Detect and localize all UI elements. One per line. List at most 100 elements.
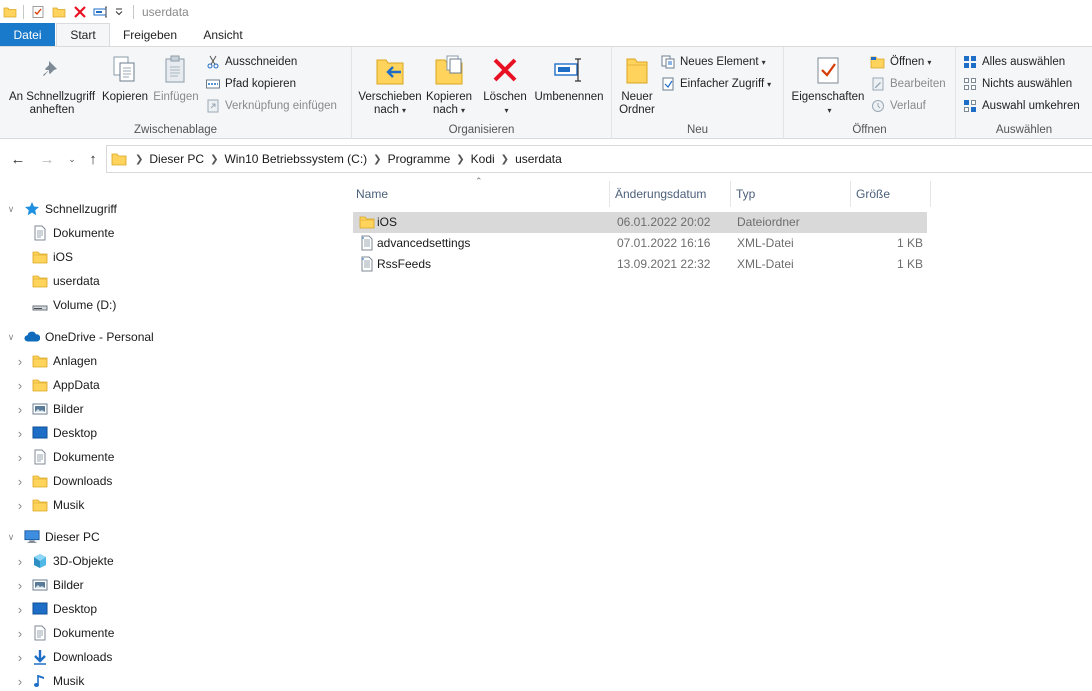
new-folder-button[interactable]: Neuer Ordner: [616, 53, 658, 117]
xml-file-icon: [359, 235, 375, 251]
delete-icon[interactable]: [72, 4, 88, 20]
copy-to-button[interactable]: Kopieren nach ▾: [423, 53, 475, 117]
select-none-button[interactable]: Nichts auswählen: [962, 74, 1072, 94]
breadcrumb-programme[interactable]: Programme: [388, 152, 451, 166]
easy-access-button[interactable]: Einfacher Zugriff ▾: [660, 74, 771, 94]
properties-check-icon[interactable]: [30, 4, 46, 20]
navigation-pane[interactable]: ∨ Schnellzugriff Dokumente iOS userdata Volum…: [0, 190, 340, 691]
tab-start[interactable]: Start: [56, 23, 110, 46]
paste-button[interactable]: Einfügen: [151, 53, 201, 104]
column-header-name[interactable]: Name ⌃: [351, 176, 610, 207]
nav-item-dokumente[interactable]: › Dokumente: [0, 621, 340, 645]
nav-item-desktop[interactable]: › Desktop: [0, 421, 340, 445]
pictures-icon: [32, 577, 48, 593]
nav-item-3d-objekte[interactable]: › 3D-Objekte: [0, 549, 340, 573]
address-bar[interactable]: ❯ Dieser PC ❯ Win10 Betriebssystem (C:) …: [106, 145, 1092, 173]
forward-arrow-icon[interactable]: →: [39, 149, 55, 169]
nav-item-downloads[interactable]: › Downloads: [0, 469, 340, 493]
nav-item-anlagen[interactable]: › Anlagen: [0, 349, 340, 373]
column-header-date[interactable]: Änderungsdatum: [610, 181, 731, 207]
expand-chevron-icon[interactable]: ∨: [5, 332, 17, 343]
breadcrumb-separator-icon[interactable]: ❯: [373, 154, 381, 165]
scissors-icon: [205, 54, 221, 70]
rename-icon[interactable]: [93, 4, 109, 20]
nav-item-musik[interactable]: › Musik: [0, 669, 340, 691]
collapse-chevron-icon[interactable]: ›: [14, 354, 26, 369]
nav-item-dokumente[interactable]: › Dokumente: [0, 445, 340, 469]
tab-datei[interactable]: Datei: [0, 23, 55, 46]
new-item-button[interactable]: Neues Element ▾: [660, 52, 766, 72]
rename-label: Umbenennen: [534, 91, 604, 103]
collapse-chevron-icon[interactable]: ›: [14, 578, 26, 593]
collapse-chevron-icon[interactable]: ›: [14, 402, 26, 417]
customize-dropdown-icon[interactable]: [114, 4, 124, 20]
breadcrumb-separator-icon[interactable]: ❯: [456, 154, 464, 165]
column-header-type[interactable]: Typ: [731, 181, 851, 207]
expand-chevron-icon[interactable]: ∨: [5, 532, 17, 543]
nav-item-appdata[interactable]: › AppData: [0, 373, 340, 397]
invert-selection-button[interactable]: Auswahl umkehren: [962, 96, 1080, 116]
nav-item-musik[interactable]: › Musik: [0, 493, 340, 517]
collapse-chevron-icon[interactable]: ›: [14, 450, 26, 465]
nav-item-bilder[interactable]: › Bilder: [0, 397, 340, 421]
properties-button[interactable]: Eigenschaften ▾: [790, 53, 866, 117]
copy-to-icon: [432, 53, 466, 87]
nav-item-onedrive-personal[interactable]: ∨ OneDrive - Personal: [0, 325, 340, 349]
desktop-icon: [32, 425, 48, 441]
breadcrumb-userdata[interactable]: userdata: [515, 152, 562, 166]
paste-shortcut-button[interactable]: Verknüpfung einfügen: [205, 96, 337, 116]
nav-item-ios[interactable]: iOS: [0, 245, 340, 269]
nav-item-volume-d-[interactable]: Volume (D:): [0, 293, 340, 317]
nav-item-downloads[interactable]: › Downloads: [0, 645, 340, 669]
breadcrumb-separator-icon[interactable]: ❯: [135, 154, 143, 165]
open-button[interactable]: Öffnen ▾: [870, 52, 931, 72]
collapse-chevron-icon[interactable]: ›: [14, 498, 26, 513]
copy-path-button[interactable]: Pfad kopieren: [205, 74, 296, 94]
collapse-chevron-icon[interactable]: ›: [14, 378, 26, 393]
collapse-chevron-icon[interactable]: ›: [14, 626, 26, 641]
back-arrow-icon[interactable]: ←: [10, 149, 26, 169]
file-list[interactable]: Name ⌃ Änderungsdatum Typ Größe iOS 06.01…: [351, 176, 1092, 691]
paste-shortcut-icon: [205, 98, 221, 114]
nav-item-dokumente[interactable]: Dokumente: [0, 221, 340, 245]
collapse-chevron-icon[interactable]: ›: [14, 650, 26, 665]
cut-button[interactable]: Ausschneiden: [205, 52, 297, 72]
up-arrow-icon[interactable]: ↑: [85, 149, 101, 169]
delete-button[interactable]: Löschen ▾: [482, 53, 528, 117]
new-folder-icon[interactable]: [51, 4, 67, 20]
copy-button[interactable]: Kopieren: [99, 53, 151, 104]
breadcrumb-separator-icon[interactable]: ❯: [210, 154, 218, 165]
document-icon: [32, 625, 48, 641]
tab-freigeben[interactable]: Freigeben: [110, 23, 190, 46]
column-header-size[interactable]: Größe: [851, 181, 931, 207]
file-row[interactable]: iOS 06.01.2022 20:02 Dateiordner: [353, 212, 927, 233]
pin-to-quick-access-button[interactable]: An Schnellzugriff anheften: [6, 53, 98, 117]
select-all-button[interactable]: Alles auswählen: [962, 52, 1065, 72]
collapse-chevron-icon[interactable]: ›: [14, 474, 26, 489]
file-row[interactable]: RssFeeds 13.09.2021 22:32 XML-Datei 1 KB: [353, 254, 927, 275]
nav-item-desktop[interactable]: › Desktop: [0, 597, 340, 621]
nav-item-bilder[interactable]: › Bilder: [0, 573, 340, 597]
move-to-button[interactable]: Verschieben nach ▾: [357, 53, 423, 117]
collapse-chevron-icon[interactable]: ›: [14, 602, 26, 617]
collapse-chevron-icon[interactable]: ›: [14, 554, 26, 569]
breadcrumb-kodi[interactable]: Kodi: [471, 152, 495, 166]
tab-ansicht[interactable]: Ansicht: [190, 23, 256, 46]
recent-locations-chevron-icon[interactable]: ⌄: [64, 149, 80, 169]
edit-button[interactable]: Bearbeiten: [870, 74, 946, 94]
nav-item-userdata[interactable]: userdata: [0, 269, 340, 293]
nav-item-dieser-pc[interactable]: ∨ Dieser PC: [0, 525, 340, 549]
rename-button[interactable]: Umbenennen: [532, 53, 606, 104]
history-icon: [870, 98, 886, 114]
folder-icon[interactable]: [2, 4, 18, 20]
collapse-chevron-icon[interactable]: ›: [14, 426, 26, 441]
rename-field-icon: [552, 53, 586, 87]
breadcrumb-dieser-pc[interactable]: Dieser PC: [149, 152, 204, 166]
nav-item-schnellzugriff[interactable]: ∨ Schnellzugriff: [0, 197, 340, 221]
collapse-chevron-icon[interactable]: ›: [14, 674, 26, 689]
file-row[interactable]: advancedsettings 07.01.2022 16:16 XML-Date…: [353, 233, 927, 254]
breadcrumb-separator-icon[interactable]: ❯: [501, 154, 509, 165]
history-button[interactable]: Verlauf: [870, 96, 926, 116]
breadcrumb-drive-c[interactable]: Win10 Betriebssystem (C:): [224, 152, 367, 166]
expand-chevron-icon[interactable]: ∨: [5, 204, 17, 215]
